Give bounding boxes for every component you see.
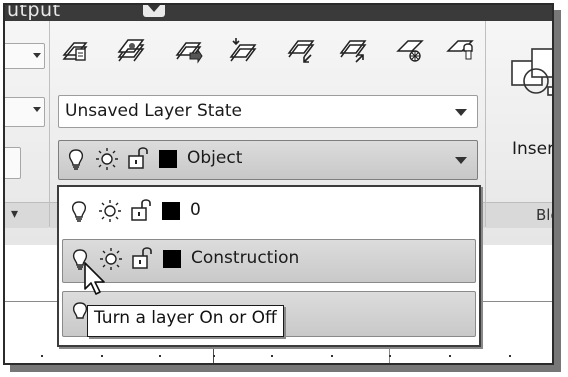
grid-dot [159, 355, 161, 357]
layer-list-item[interactable]: 0 [62, 191, 474, 233]
properties-panel-partial [5, 21, 50, 227]
grid-dot [213, 355, 215, 357]
make-current-icon[interactable] [174, 35, 204, 65]
sun-icon[interactable] [98, 199, 122, 223]
lineweight-combo[interactable] [5, 97, 45, 127]
unlock-icon[interactable] [129, 246, 155, 272]
ribbon-tab-strip: utput [5, 5, 552, 21]
layer-list-item[interactable]: Construction [62, 239, 476, 283]
block-panel-footer: Blo [486, 202, 552, 228]
block-panel [486, 21, 554, 227]
grid-dot [389, 355, 391, 357]
mouse-cursor-icon [84, 262, 105, 295]
tab-minimize-dropdown[interactable] [143, 5, 165, 17]
grid-dot [101, 355, 103, 357]
isolate-layer-icon[interactable] [338, 35, 368, 65]
layer-color-swatch[interactable] [163, 250, 181, 268]
tooltip: Turn a layer On or Off [87, 305, 284, 337]
layer-combo[interactable]: Object [58, 140, 478, 180]
insert-button-label[interactable]: Inser [512, 139, 552, 159]
chevron-down-icon [33, 107, 41, 112]
chevron-down-icon [147, 5, 161, 12]
block-panel-title: Blo [536, 206, 552, 224]
unlock-icon[interactable] [125, 146, 151, 172]
grid-dot [331, 355, 333, 357]
current-layer-name: Object [187, 148, 243, 168]
list-tool-button[interactable] [5, 147, 21, 179]
chevron-down-icon [455, 157, 467, 164]
sun-icon[interactable] [95, 147, 119, 171]
lightbulb-icon[interactable] [70, 200, 88, 224]
grid-dot [271, 355, 273, 357]
panel-footer-left: ▾ [5, 202, 49, 228]
layer-state-combo[interactable]: Unsaved Layer State [58, 95, 478, 128]
panel-footer-arrow: ▾ [11, 206, 19, 222]
previous-layer-icon[interactable] [286, 35, 316, 65]
layer-properties-icon[interactable] [60, 35, 90, 65]
tab-output[interactable]: utput [7, 5, 61, 21]
lock-layer-icon[interactable] [446, 35, 476, 65]
grid-dot [41, 355, 43, 357]
layer-color-swatch[interactable] [162, 202, 180, 220]
grid-dot [449, 355, 451, 357]
chevron-down-icon [455, 109, 467, 116]
layer-state-value: Unsaved Layer State [65, 101, 243, 121]
grid-dot [509, 355, 511, 357]
layer-color-swatch[interactable] [159, 150, 177, 168]
unlock-icon[interactable] [128, 198, 154, 224]
lightbulb-icon[interactable] [67, 148, 85, 172]
chevron-down-icon [33, 53, 41, 58]
autocad-window: utput ▾ Unsaved Layer State Object Inser… [3, 3, 554, 365]
linetype-combo[interactable] [5, 43, 45, 69]
layer-states-icon[interactable] [116, 35, 146, 65]
layer-name: Construction [191, 248, 300, 268]
layer-name: 0 [190, 200, 201, 220]
match-layer-icon[interactable] [228, 35, 258, 65]
freeze-layer-icon[interactable] [396, 35, 426, 65]
insert-block-icon[interactable] [510, 47, 554, 97]
